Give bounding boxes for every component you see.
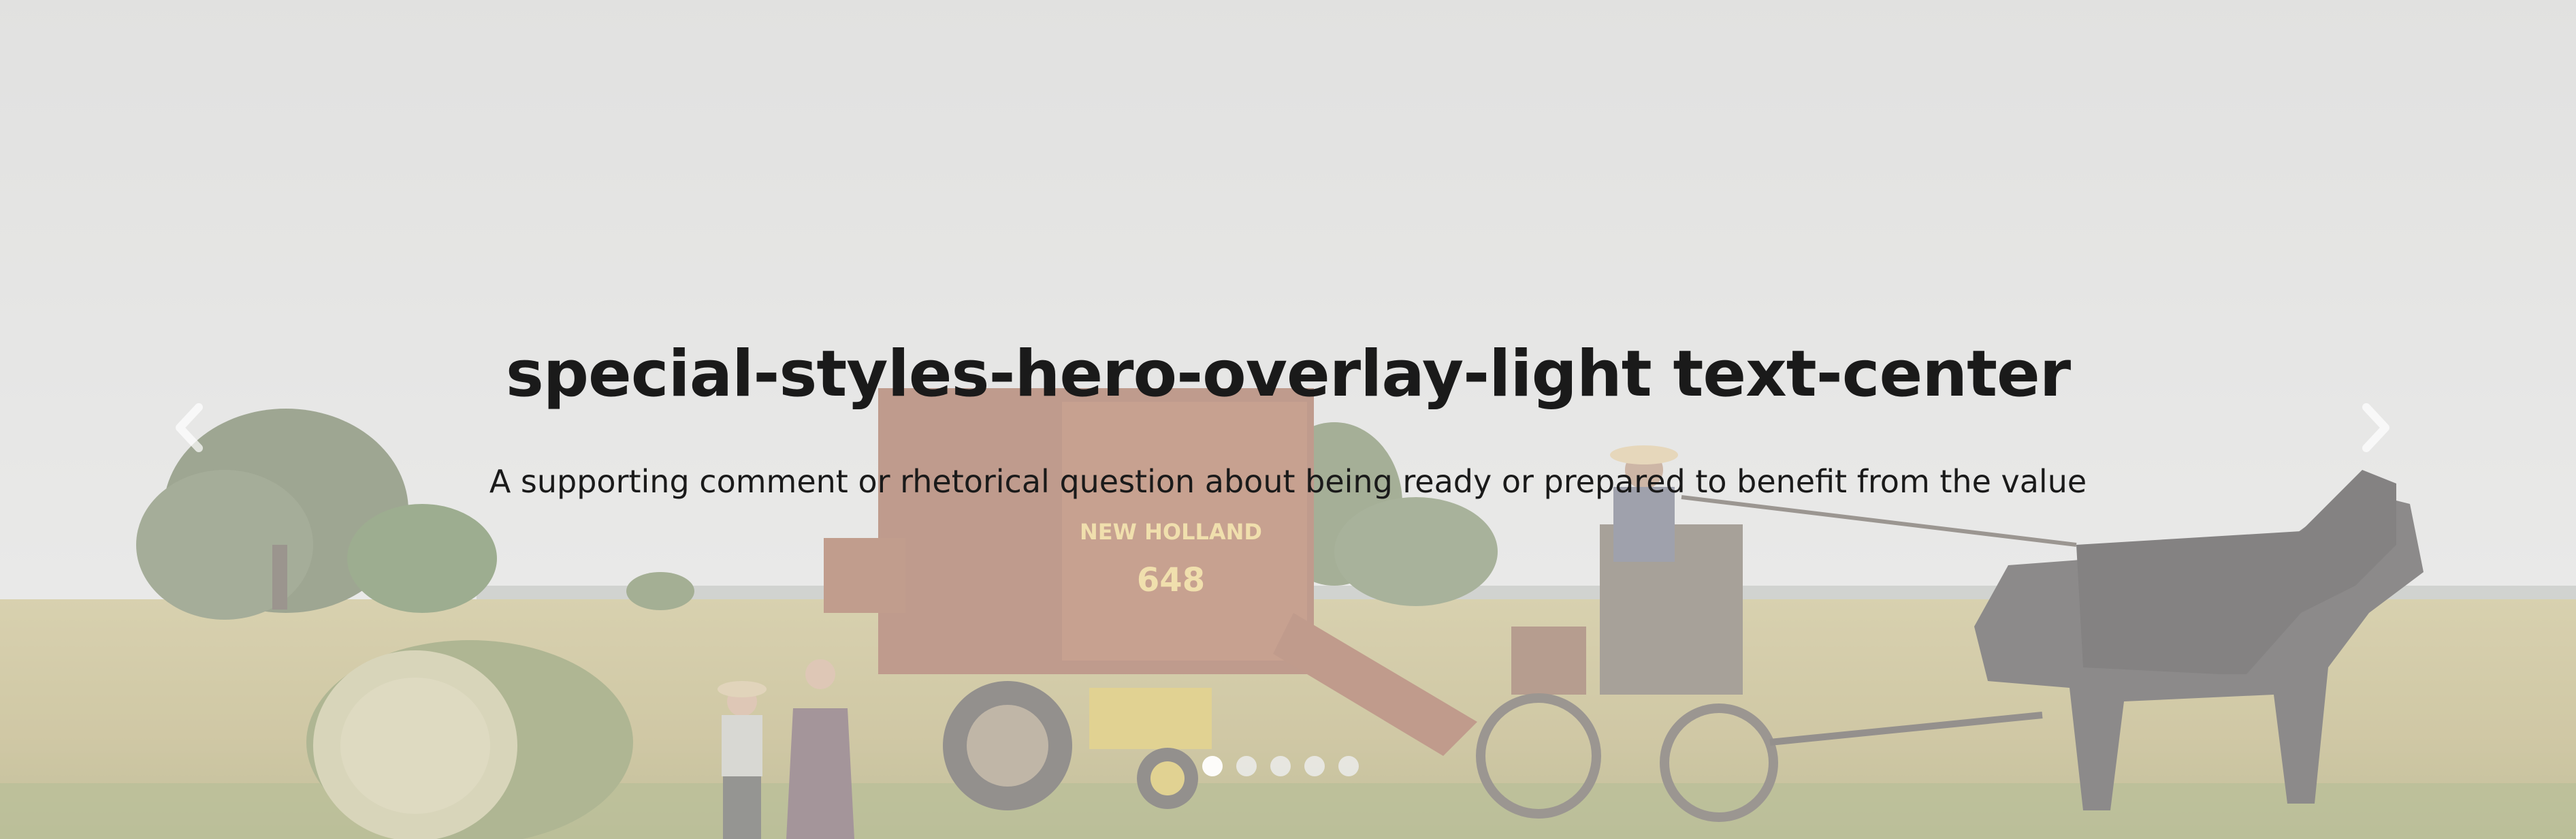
carousel-indicator-5[interactable] [1338,756,1359,776]
carousel-indicator-1[interactable] [1202,756,1223,776]
carousel-next-button[interactable] [2349,400,2403,455]
hero-content: special-styles-hero-overlay-light text-c… [0,327,2576,505]
hero-carousel: NEW HOLLAND 648 special-styles-hero-over… [0,0,2576,839]
chevron-right-icon [2362,403,2389,452]
chevron-left-icon [176,403,203,452]
carousel-indicator-2[interactable] [1236,756,1257,776]
carousel-indicator-4[interactable] [1304,756,1325,776]
hero-subtitle: A supporting comment or rhetorical quest… [489,463,2087,500]
carousel-indicators [1202,756,1359,776]
carousel-indicator-3[interactable] [1270,756,1291,776]
hero-title: special-styles-hero-overlay-light text-c… [505,337,2071,411]
carousel-prev-button[interactable] [162,400,216,455]
